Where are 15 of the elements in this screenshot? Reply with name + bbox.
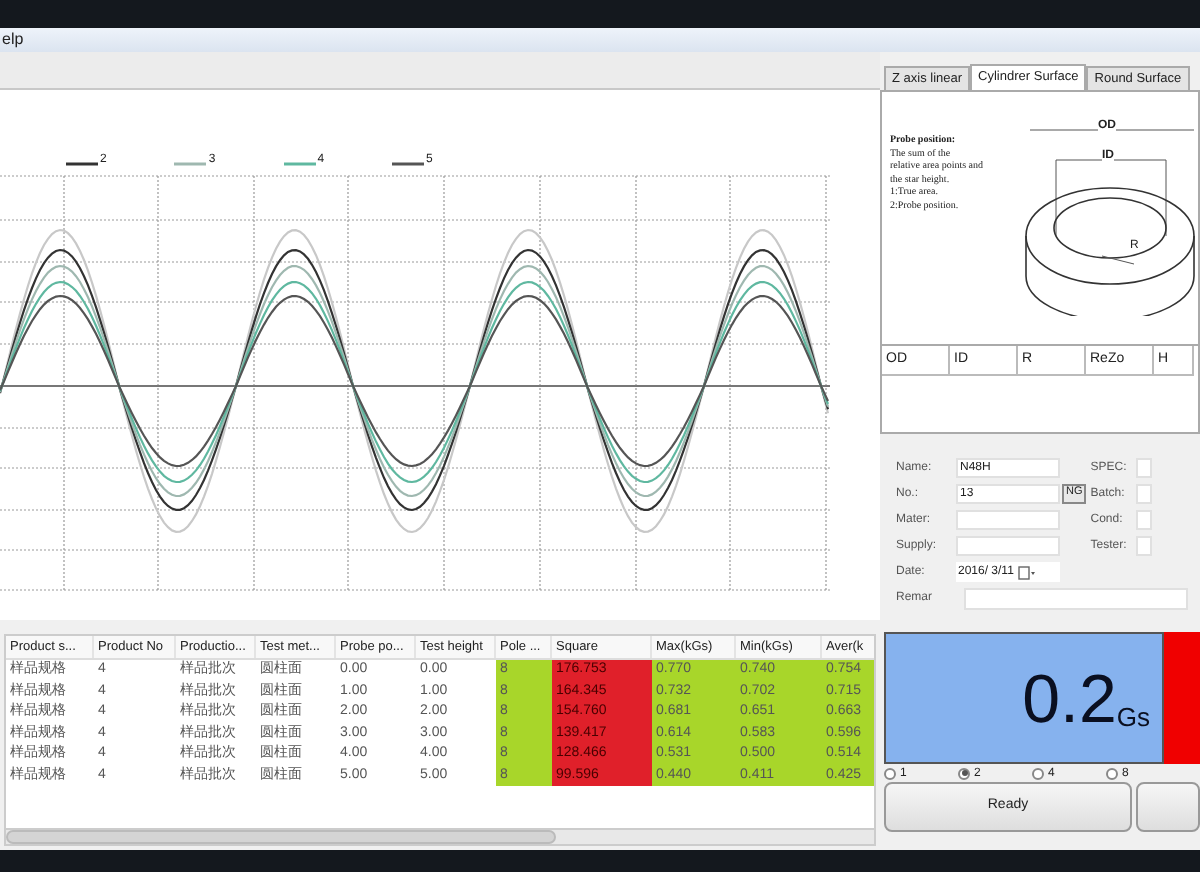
radio-button[interactable]	[1032, 767, 1044, 779]
input-field[interactable]	[956, 510, 1060, 530]
status-block	[1164, 632, 1200, 764]
scrollbar-thumb[interactable]	[6, 830, 556, 844]
input-field[interactable]	[956, 536, 1060, 556]
toolbar-button[interactable]	[1136, 782, 1200, 832]
horizontal-scrollbar[interactable]	[6, 828, 874, 844]
menu-item[interactable]: elp	[0, 28, 26, 52]
calendar-icon[interactable]	[1017, 565, 1036, 579]
reading-value: 0.2	[1022, 666, 1117, 734]
remark-field[interactable]	[964, 588, 1188, 610]
radio-button[interactable]	[1106, 767, 1118, 779]
reading-unit: Gs	[1116, 704, 1150, 730]
radio-button[interactable]	[958, 767, 970, 779]
radio-button[interactable]	[884, 767, 896, 779]
